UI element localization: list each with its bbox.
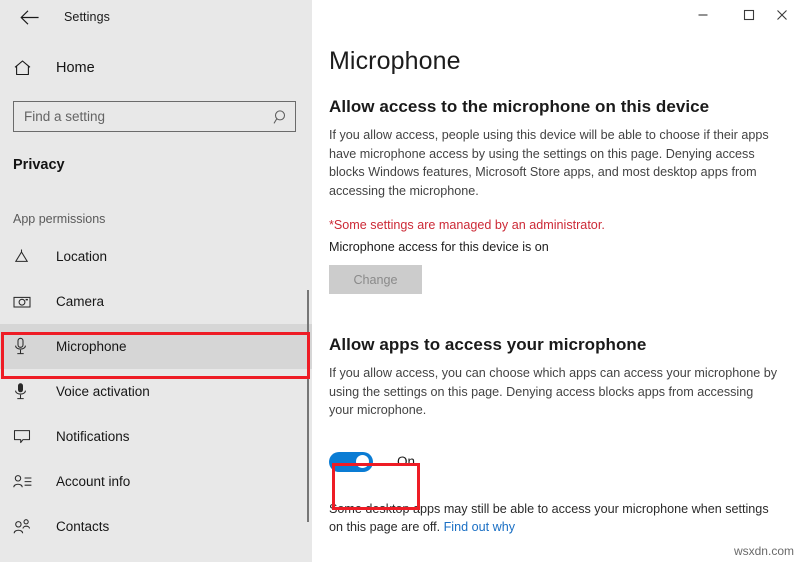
sidebar-item-notifications-label: Notifications: [56, 429, 130, 444]
sidebar-item-camera[interactable]: Camera: [0, 279, 312, 324]
search-icon[interactable]: [273, 109, 289, 125]
main-content: Microphone Allow access to the microphon…: [312, 0, 800, 562]
apps-access-toggle[interactable]: [329, 451, 373, 472]
apps-section-heading: Allow apps to access your microphone: [329, 335, 647, 354]
sidebar-item-location[interactable]: Location: [0, 234, 312, 279]
page-title: Microphone: [329, 47, 461, 75]
minimize-button[interactable]: [680, 0, 726, 30]
watermark: wsxdn.com: [733, 544, 794, 558]
sidebar-item-camera-label: Camera: [56, 294, 105, 309]
app-title: Settings: [64, 10, 110, 24]
back-arrow-icon[interactable]: [14, 4, 44, 30]
sidebar-item-location-label: Location: [56, 249, 108, 264]
sidebar-item-voice-activation[interactable]: Voice activation: [0, 369, 312, 414]
sidebar-item-home[interactable]: Home: [0, 48, 312, 88]
apps-access-toggle-label: On: [397, 454, 416, 469]
settings-window: Settings Home Privacy App permissions: [0, 0, 800, 562]
admin-managed-note: *Some settings are managed by an adminis…: [329, 218, 605, 232]
sidebar-item-contacts-label: Contacts: [56, 519, 110, 534]
sidebar-item-account-info-label: Account info: [56, 474, 131, 489]
sidebar-group-label: App permissions: [13, 212, 106, 226]
change-button[interactable]: Change: [329, 265, 422, 294]
desktop-apps-note-text: Some desktop apps may still be able to a…: [329, 501, 769, 535]
find-out-why-link[interactable]: Find out why: [444, 520, 515, 534]
sidebar-item-contacts[interactable]: Contacts: [0, 504, 312, 549]
apps-access-toggle-row: On: [329, 448, 800, 476]
sidebar-section-title: Privacy: [13, 157, 65, 173]
device-section-description: If you allow access, people using this d…: [329, 128, 769, 198]
sidebar-item-microphone[interactable]: Microphone: [0, 324, 312, 369]
contacts-icon: [13, 518, 37, 535]
notification-icon: [13, 428, 37, 445]
voice-activation-icon: [13, 382, 37, 401]
device-section-heading: Allow access to the microphone on this d…: [329, 97, 710, 116]
maximize-button[interactable]: [726, 0, 772, 30]
device-access-status: Microphone access for this device is on: [329, 240, 549, 254]
account-info-icon: [13, 474, 37, 490]
microphone-icon: [13, 337, 37, 356]
sidebar-item-voice-activation-label: Voice activation: [56, 384, 150, 399]
window-controls: [680, 0, 800, 30]
close-button[interactable]: [772, 0, 800, 30]
sidebar-item-account-info[interactable]: Account info: [0, 459, 312, 504]
sidebar: Settings Home Privacy App permissions: [0, 0, 312, 562]
home-icon: [13, 59, 39, 77]
apps-section-description: If you allow access, you can choose whic…: [329, 366, 778, 417]
location-icon: [13, 248, 37, 265]
camera-icon: [13, 294, 37, 310]
sidebar-item-home-label: Home: [56, 60, 95, 76]
sidebar-nav: Location Camera Microphone Voice activat…: [0, 234, 312, 549]
search-box[interactable]: [13, 101, 296, 132]
search-input[interactable]: [24, 109, 273, 124]
sidebar-item-notifications[interactable]: Notifications: [0, 414, 312, 459]
sidebar-item-microphone-label: Microphone: [56, 339, 127, 354]
toggle-knob: [356, 455, 369, 468]
settings-content: Microphone Allow access to the microphon…: [312, 0, 800, 537]
sidebar-titlebar: Settings: [0, 0, 312, 34]
sidebar-scrollbar[interactable]: [307, 290, 309, 522]
desktop-apps-note: Some desktop apps may still be able to a…: [329, 500, 781, 537]
